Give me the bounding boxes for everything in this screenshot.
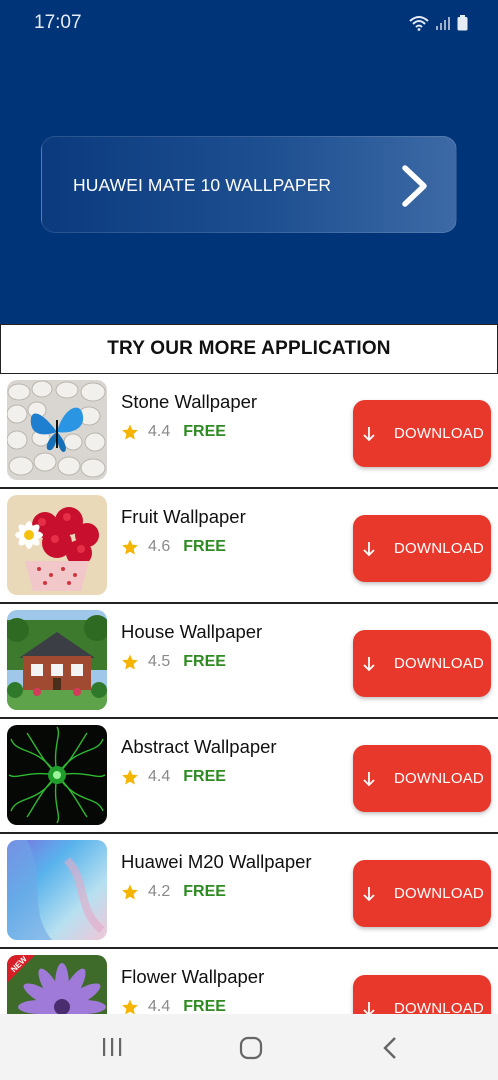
download-arrow-icon <box>363 542 375 557</box>
app-rating: 4.5 <box>148 653 171 670</box>
rating-row: 4.6 FREE <box>121 537 226 557</box>
list-item[interactable]: NEW Flower Wallpaper 4.4 FREE DOWNLOAD <box>0 949 498 1014</box>
house-image <box>7 610 107 710</box>
status-bar: 17:07 <box>0 0 498 46</box>
list-item[interactable]: Stone Wallpaper 4.4 FREE DOWNLOAD <box>0 374 498 489</box>
download-button[interactable]: DOWNLOAD <box>353 745 491 812</box>
star-icon <box>122 884 138 900</box>
app-name: Flower Wallpaper <box>121 966 265 987</box>
app-rating: 4.2 <box>148 883 171 900</box>
app-name: Fruit Wallpaper <box>121 506 246 527</box>
download-label: DOWNLOAD <box>394 425 484 442</box>
download-button[interactable]: DOWNLOAD <box>353 975 491 1014</box>
download-button[interactable]: DOWNLOAD <box>353 400 491 467</box>
download-arrow-icon <box>363 887 375 902</box>
download-label: DOWNLOAD <box>394 770 484 787</box>
home-icon[interactable] <box>239 1036 263 1060</box>
app-rating: 4.4 <box>148 423 171 440</box>
section-header: TRY OUR MORE APPLICATION <box>0 324 498 374</box>
chevron-right-icon <box>402 165 427 207</box>
app-name: Stone Wallpaper <box>121 391 258 412</box>
app-list: Stone Wallpaper 4.4 FREE DOWNLOAD Fruit … <box>0 374 498 1014</box>
rating-row: 4.4 FREE <box>121 767 226 787</box>
download-button[interactable]: DOWNLOAD <box>353 515 491 582</box>
app-rating: 4.6 <box>148 538 171 555</box>
app-rating: 4.4 <box>148 768 171 785</box>
banner-title: HUAWEI MATE 10 WALLPAPER <box>73 175 332 195</box>
app-name: House Wallpaper <box>121 621 263 642</box>
rating-row: 4.5 FREE <box>121 652 226 672</box>
recent-apps-icon[interactable] <box>101 1036 123 1058</box>
app-thumbnail <box>7 495 107 595</box>
app-price: FREE <box>183 538 226 555</box>
header: 17:07 HUAWEI MATE 10 WALLPAPER <box>0 0 498 324</box>
app-thumbnail: NEW <box>7 955 107 1014</box>
app-thumbnail <box>7 725 107 825</box>
star-icon <box>122 539 138 555</box>
download-label: DOWNLOAD <box>394 655 484 672</box>
list-item[interactable]: House Wallpaper 4.5 FREE DOWNLOAD <box>0 604 498 719</box>
abstract-image <box>7 725 107 825</box>
list-item[interactable]: Abstract Wallpaper 4.4 FREE DOWNLOAD <box>0 719 498 834</box>
signal-icon <box>436 17 450 30</box>
rating-row: 4.4 FREE <box>121 422 226 442</box>
download-arrow-icon <box>363 772 375 787</box>
status-time: 17:07 <box>34 12 82 33</box>
back-icon[interactable] <box>381 1036 399 1060</box>
app-name: Huawei M20 Wallpaper <box>121 851 312 872</box>
navigation-bar <box>0 1014 498 1080</box>
rating-row: 4.4 FREE <box>121 997 226 1014</box>
wifi-icon <box>409 16 429 31</box>
download-arrow-icon <box>363 657 375 672</box>
download-button[interactable]: DOWNLOAD <box>353 860 491 927</box>
download-arrow-icon <box>363 427 375 442</box>
app-thumbnail <box>7 610 107 710</box>
download-label: DOWNLOAD <box>394 1000 484 1014</box>
download-label: DOWNLOAD <box>394 885 484 902</box>
app-price: FREE <box>183 423 226 440</box>
star-icon <box>122 999 138 1014</box>
star-icon <box>122 424 138 440</box>
list-item[interactable]: Fruit Wallpaper 4.6 FREE DOWNLOAD <box>0 489 498 604</box>
app-price: FREE <box>183 653 226 670</box>
purple-flower-image: NEW <box>7 955 107 1014</box>
app-thumbnail <box>7 380 107 480</box>
app-thumbnail <box>7 840 107 940</box>
section-title: TRY OUR MORE APPLICATION <box>107 338 391 359</box>
butterfly-stones-image <box>7 380 107 480</box>
download-button[interactable]: DOWNLOAD <box>353 630 491 697</box>
rating-row: 4.2 FREE <box>121 882 226 902</box>
app-price: FREE <box>183 998 226 1014</box>
app-rating: 4.4 <box>148 998 171 1014</box>
download-label: DOWNLOAD <box>394 540 484 557</box>
app-price: FREE <box>183 768 226 785</box>
raspberries-image <box>7 495 107 595</box>
status-icons <box>409 13 468 33</box>
download-arrow-icon <box>363 1002 375 1014</box>
star-icon <box>122 654 138 670</box>
banner-button[interactable]: HUAWEI MATE 10 WALLPAPER <box>41 136 457 233</box>
list-item[interactable]: Huawei M20 Wallpaper 4.2 FREE DOWNLOAD <box>0 834 498 949</box>
app-price: FREE <box>183 883 226 900</box>
app-name: Abstract Wallpaper <box>121 736 277 757</box>
battery-icon <box>457 15 468 31</box>
pastel-gradient-image <box>7 840 107 940</box>
star-icon <box>122 769 138 785</box>
